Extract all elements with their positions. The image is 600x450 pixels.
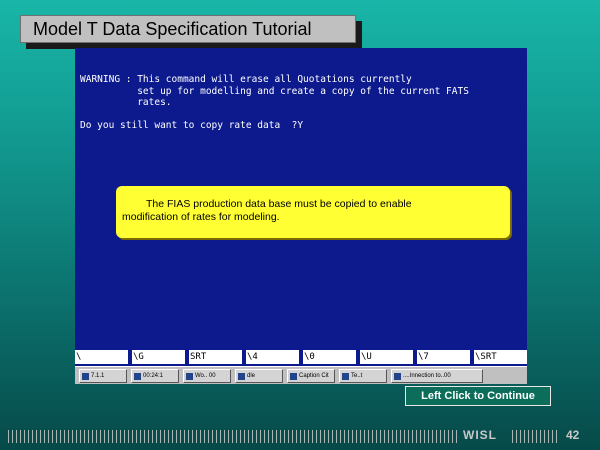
taskbar-item-label: dle	[247, 373, 256, 379]
window-icon	[342, 372, 349, 380]
explanation-callout: The FIAS production data base must be co…	[116, 186, 510, 238]
function-key[interactable]: \	[75, 350, 128, 364]
function-key[interactable]: \G	[132, 350, 185, 364]
window-icon	[394, 372, 401, 380]
function-key[interactable]: SRT	[189, 350, 242, 364]
taskbar-item[interactable]: dle	[235, 369, 283, 383]
callout-line-1: The FIAS production data base must be co…	[146, 198, 412, 210]
footer-brand: WISL	[463, 428, 497, 442]
windows-taskbar: 7.1.1 00:24:1 Wo.. 00 dle Caption Cit Te…	[75, 366, 527, 384]
window-icon	[134, 372, 141, 380]
printer-icon	[238, 372, 245, 380]
taskbar-item[interactable]: Wo.. 00	[183, 369, 231, 383]
function-key[interactable]: \7	[417, 350, 470, 364]
taskbar-item[interactable]: 00:24:1	[131, 369, 179, 383]
taskbar-item-label: 7.1.1	[91, 373, 105, 379]
taskbar-item[interactable]: Caption Cit	[287, 369, 335, 383]
taskbar-item[interactable]: Te..t	[339, 369, 387, 383]
window-icon	[290, 372, 297, 380]
footer-bar-pattern-right	[512, 430, 558, 443]
terminal-text: WARNING : This command will erase all Qu…	[80, 74, 469, 131]
page-number: 42	[566, 428, 580, 442]
slide-title: Model T Data Specification Tutorial	[20, 15, 356, 43]
taskbar-item-label: 00:24:1	[143, 373, 164, 379]
taskbar-item[interactable]: ....Innection to..00	[391, 369, 483, 383]
taskbar-item[interactable]: 7.1.1	[79, 369, 127, 383]
function-key-bar: \ \G SRT \4 \0 \U \7 \SRT	[75, 350, 527, 364]
taskbar-item-label: Caption Cit	[299, 373, 329, 379]
taskbar-item-label: ....Innection to..00	[403, 373, 451, 379]
window-icon	[186, 372, 193, 380]
callout-line-2: modification of rates for modeling.	[122, 211, 280, 223]
window-icon	[82, 372, 89, 380]
footer-bar-pattern	[8, 430, 458, 443]
taskbar-item-label: Wo.. 00	[195, 373, 216, 379]
continue-button[interactable]: Left Click to Continue	[405, 386, 551, 406]
function-key[interactable]: \U	[360, 350, 413, 364]
function-key[interactable]: \0	[303, 350, 356, 364]
taskbar-item-label: Te..t	[351, 373, 363, 379]
function-key[interactable]: \4	[246, 350, 299, 364]
function-key[interactable]: \SRT	[474, 350, 527, 364]
